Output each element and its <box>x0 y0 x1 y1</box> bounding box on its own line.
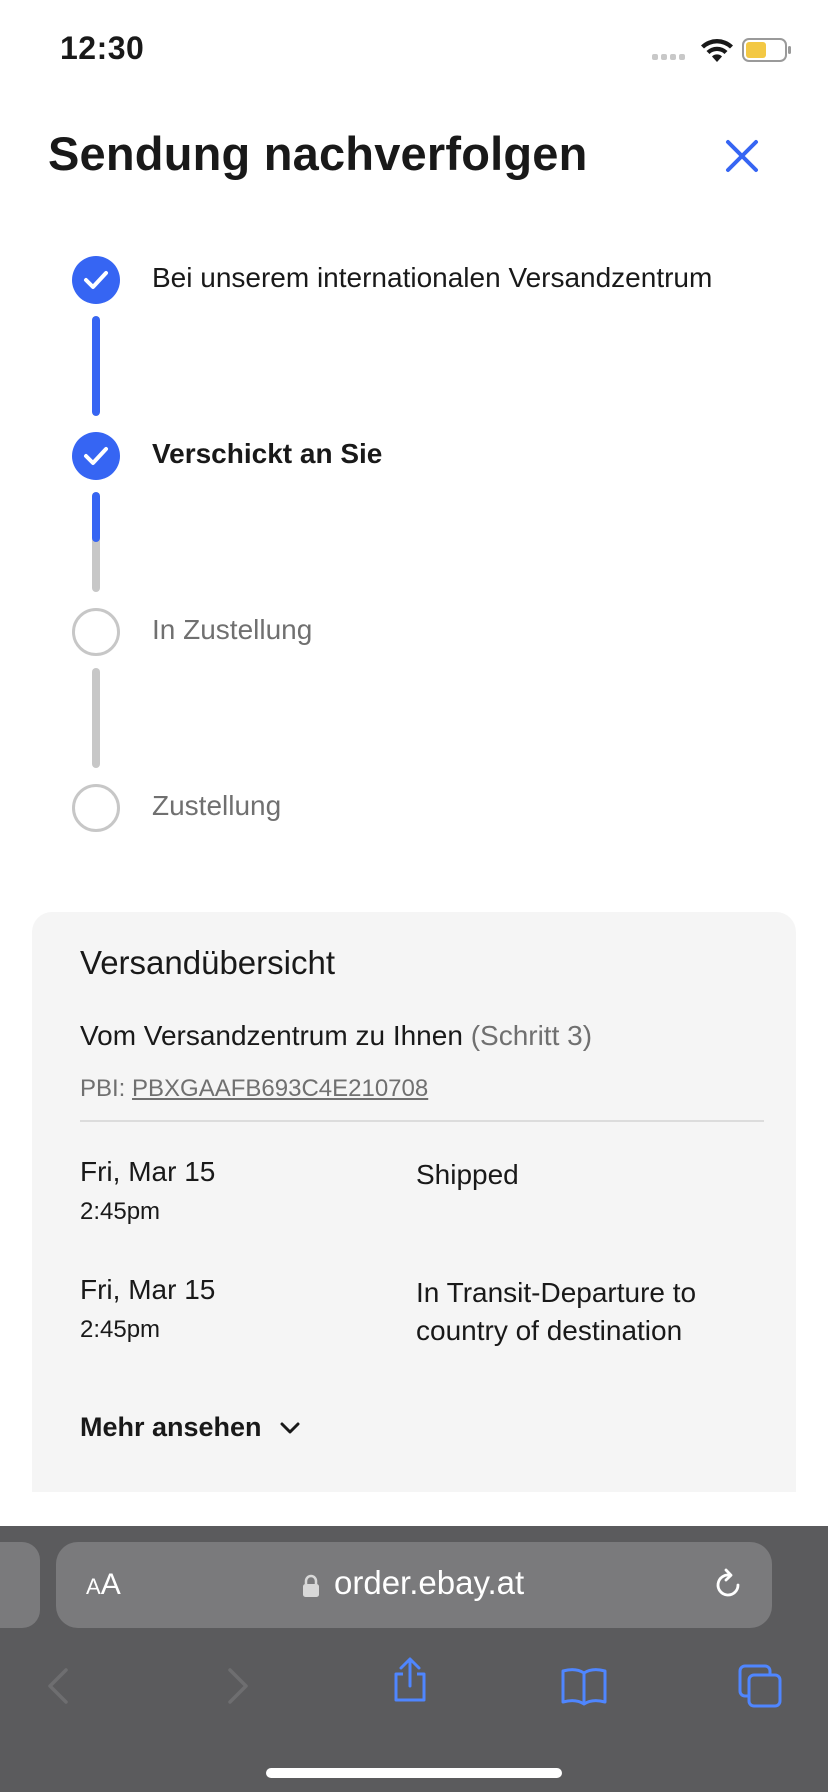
reload-icon[interactable] <box>710 1567 746 1603</box>
status-bar: 12:30 <box>0 0 828 100</box>
pbi-reference: PBI: PBXGAAFB693C4E210708 <box>80 1075 428 1103</box>
address-bar[interactable]: AA order.ebay.at <box>56 1542 772 1628</box>
overview-subtitle: Vom Versandzentrum zu Ihnen (Schritt 3) <box>80 1020 592 1052</box>
lock-icon <box>303 1574 319 1597</box>
pbi-link[interactable]: PBXGAAFB693C4E210708 <box>132 1075 428 1102</box>
event-description: In Transit-Departure to country of desti… <box>416 1277 697 1346</box>
overview-step: (Schritt 3) <box>470 1020 593 1051</box>
close-icon[interactable] <box>722 136 762 176</box>
signal-icon <box>652 54 685 60</box>
pbi-label: PBI: <box>80 1075 126 1102</box>
url-text: order.ebay.at <box>334 1564 525 1601</box>
timeline-step-1: Bei unserem internationalen Versandzentr… <box>152 262 713 293</box>
browser-toolbar: AA order.ebay.at <box>0 1526 828 1792</box>
bookmarks-icon[interactable] <box>560 1662 608 1710</box>
timeline-connector <box>92 316 100 416</box>
overview-subtitle-text: Vom Versandzentrum zu Ihnen <box>80 1020 463 1051</box>
back-icon[interactable] <box>36 1662 84 1710</box>
wifi-icon <box>701 39 733 62</box>
checkmark-icon <box>84 447 108 465</box>
overview-title: Versandübersicht <box>80 944 335 981</box>
event-time: 2:45pm <box>80 1198 161 1225</box>
tabs-icon[interactable] <box>736 1662 784 1710</box>
step-pending-indicator <box>72 608 120 656</box>
chevron-down-icon <box>280 1422 300 1433</box>
timeline-connector <box>92 668 100 768</box>
timeline-step-3: In Zustellung <box>152 614 313 645</box>
text-size-button[interactable]: AA <box>86 1568 121 1602</box>
forward-icon[interactable] <box>212 1662 260 1710</box>
event-description: Shipped <box>416 1159 519 1190</box>
step-done-indicator <box>72 432 120 480</box>
show-more-button[interactable]: Mehr ansehen <box>80 1412 300 1443</box>
divider <box>80 1120 764 1122</box>
timeline-step-4: Zustellung <box>152 790 282 821</box>
battery-icon <box>742 38 791 62</box>
event-date: Fri, Mar 15 <box>80 1274 216 1305</box>
timeline-step-2: Verschickt an Sie <box>152 438 383 469</box>
status-time: 12:30 <box>60 30 145 66</box>
previous-tab-preview[interactable] <box>0 1542 40 1628</box>
show-more-label: Mehr ansehen <box>80 1412 262 1442</box>
event-time: 2:45pm <box>80 1316 161 1343</box>
share-icon[interactable] <box>386 1656 434 1704</box>
shipping-overview-card: Versandübersicht Vom Versandzentrum zu I… <box>32 912 796 1492</box>
text-size-small: A <box>86 1574 101 1599</box>
page-title: Sendung nachverfolgen <box>48 127 588 180</box>
timeline-connector <box>92 492 100 592</box>
event-date: Fri, Mar 15 <box>80 1156 216 1187</box>
checkmark-icon <box>84 271 108 289</box>
text-size-big: A <box>100 1568 121 1601</box>
step-done-indicator <box>72 256 120 304</box>
step-pending-indicator <box>72 784 120 832</box>
home-indicator <box>266 1768 562 1778</box>
